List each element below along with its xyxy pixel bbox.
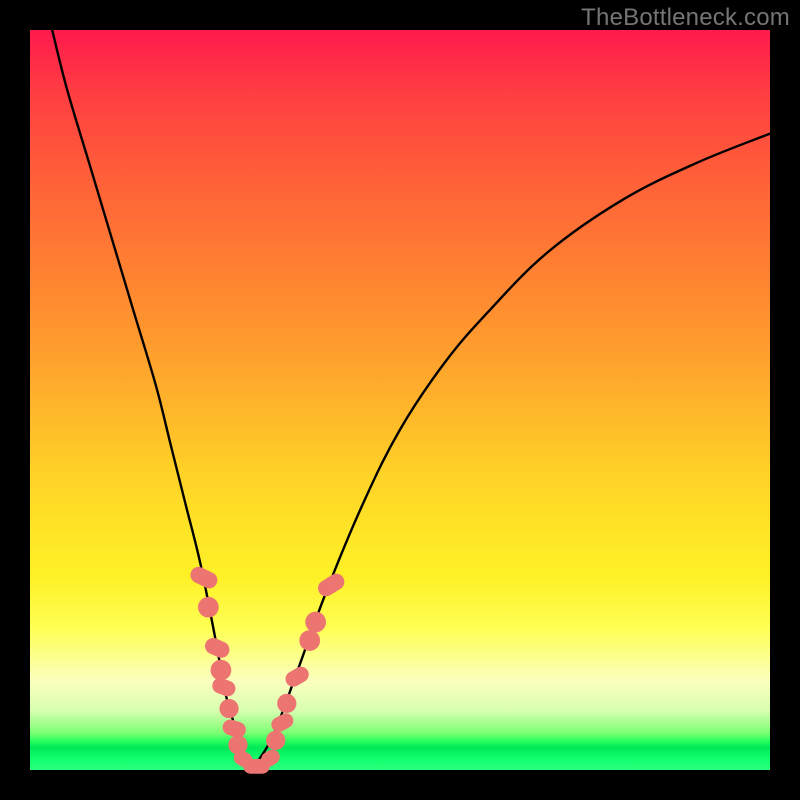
data-point [305, 612, 326, 633]
data-point [211, 660, 232, 681]
bottleneck-curve [52, 30, 770, 766]
data-point [269, 711, 296, 735]
data-point [299, 630, 320, 651]
data-point [210, 676, 238, 699]
data-markers [188, 564, 348, 774]
chart-frame: TheBottleneck.com [0, 0, 800, 800]
data-point [219, 699, 238, 718]
plot-area [30, 30, 770, 770]
data-point [188, 564, 220, 591]
data-point [202, 635, 232, 660]
watermark-text: TheBottleneck.com [581, 4, 790, 32]
data-point [315, 571, 347, 600]
data-point [198, 597, 219, 618]
curve-svg [30, 30, 770, 770]
data-point [283, 664, 312, 690]
data-point [277, 694, 296, 713]
data-point [266, 731, 285, 750]
